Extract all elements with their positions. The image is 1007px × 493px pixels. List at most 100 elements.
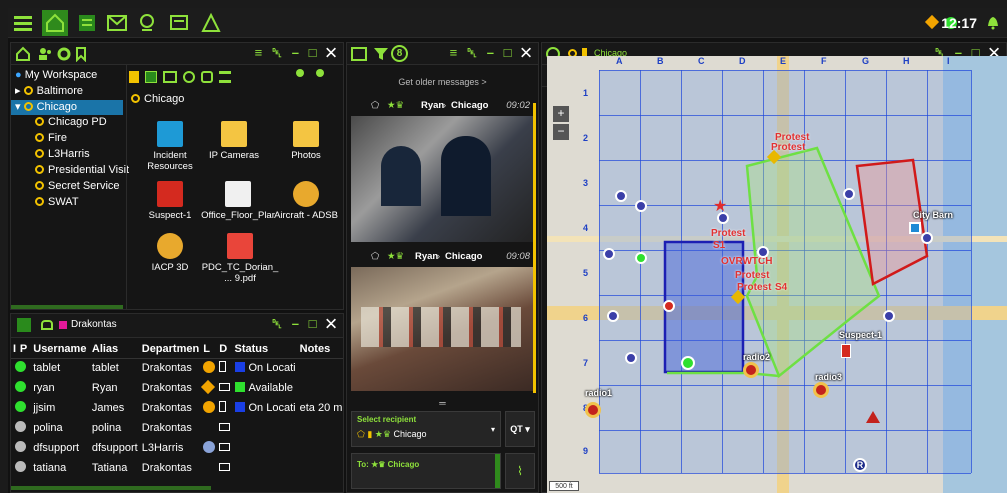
table-row[interactable]: tablet tablet Drakontas On Locati <box>11 358 343 378</box>
attach-button[interactable]: ⌇ <box>505 453 535 489</box>
window-controls[interactable]: ≡ ␡ – □ ✕ <box>255 45 339 61</box>
file-pdc-pdf[interactable]: PDC_TC_Dorian_ ... 9.pdf <box>201 233 279 284</box>
tree-item-l3harris[interactable]: L3Harris <box>35 148 90 163</box>
city-barn-label[interactable]: City Barn <box>913 210 953 220</box>
new-file-icon[interactable] <box>129 71 139 83</box>
column-header[interactable]: Departmen <box>137 340 200 359</box>
column-header[interactable]: Status <box>230 340 296 359</box>
file-ip-cameras[interactable]: IP Cameras <box>195 121 273 161</box>
vehicle-pin-icon[interactable] <box>625 352 637 364</box>
vehicle-pin-icon[interactable] <box>615 190 627 202</box>
vehicle-pin-icon[interactable] <box>883 310 895 322</box>
tree-item-secret-service[interactable]: Secret Service <box>35 180 120 195</box>
column-header[interactable]: Username <box>29 340 88 359</box>
radio-label[interactable]: radio2 <box>743 352 770 362</box>
unit-marker-icon[interactable] <box>681 356 695 370</box>
location-icon[interactable] <box>201 379 216 394</box>
map-icon[interactable] <box>183 71 195 83</box>
file-office-floor-plan[interactable]: Office_Floor_Plar <box>199 181 277 221</box>
location-icon[interactable] <box>203 440 216 453</box>
menu-icon[interactable] <box>12 12 34 34</box>
table-row[interactable]: polina polina Drakontas <box>11 418 343 438</box>
file-aircraft-adsb[interactable]: Aircraft - ADSB <box>267 181 343 221</box>
message-photo[interactable] <box>351 116 534 242</box>
message-scrollbar[interactable] <box>533 103 536 393</box>
tree-item-presidential-visit[interactable]: Presidential Visit <box>35 164 129 179</box>
protest-label[interactable]: Protest <box>711 228 745 239</box>
tree-item-swat[interactable]: SWAT <box>35 196 79 211</box>
tree-item-fire[interactable]: Fire <box>35 132 67 147</box>
mail-icon[interactable] <box>106 12 128 34</box>
settings-icon[interactable] <box>57 46 71 62</box>
folder-icon[interactable] <box>163 71 177 83</box>
upload-icon[interactable] <box>145 71 157 83</box>
compose-field[interactable]: To: ★♛ Chicago <box>351 453 501 489</box>
add-user-icon[interactable] <box>313 69 327 83</box>
get-older-messages-link[interactable]: Get older messages > <box>347 77 538 87</box>
file-suspect-1[interactable]: Suspect-1 <box>131 181 209 221</box>
message-photo[interactable] <box>351 267 534 391</box>
column-header[interactable]: L <box>199 340 216 359</box>
filter-icon[interactable] <box>373 46 389 62</box>
vehicle-pin-icon[interactable] <box>717 212 729 224</box>
location-icon[interactable] <box>203 360 216 373</box>
qt-button[interactable]: QT ▾ <box>505 411 535 447</box>
suspect-label[interactable]: Suspect-1 <box>839 330 882 340</box>
map-tab-icon[interactable] <box>136 12 158 34</box>
tree-item-chicago[interactable]: ▾ Chicago <box>11 100 123 115</box>
map-canvas[interactable]: A B C D E F G H I 1 2 3 4 5 6 7 8 9 <box>547 56 1007 493</box>
tag-icon[interactable] <box>75 46 87 62</box>
column-header[interactable]: I <box>11 340 20 359</box>
vehicle-pin-icon[interactable] <box>607 310 619 322</box>
vehicle-pin-icon[interactable] <box>603 248 615 260</box>
vehicle-pin-icon[interactable] <box>635 200 647 212</box>
window-controls[interactable]: ≡ ␡ – □ ✕ <box>450 45 534 61</box>
protest-label[interactable]: Protest <box>737 282 771 293</box>
bell-icon[interactable] <box>985 14 1001 30</box>
radio-marker-icon[interactable] <box>585 402 601 418</box>
zoom-in-button[interactable]: + <box>553 106 569 122</box>
tree-item-my-workspace[interactable]: ● My Workspace <box>15 69 97 84</box>
chat-icon[interactable] <box>351 47 367 61</box>
radio-marker-icon[interactable] <box>743 362 759 378</box>
unit-marker-icon[interactable] <box>635 252 647 264</box>
share-users-icon[interactable] <box>293 69 307 83</box>
suspect-file-icon[interactable] <box>841 344 851 358</box>
users-icon[interactable] <box>37 46 53 62</box>
zoom-out-button[interactable]: − <box>553 124 569 140</box>
column-header[interactable]: D <box>215 340 231 359</box>
unit-marker-icon[interactable] <box>663 300 675 312</box>
list-icon[interactable] <box>219 71 231 83</box>
table-row[interactable]: tatiana Tatiana Drakontas <box>11 458 343 478</box>
vehicle-pin-icon[interactable] <box>843 188 855 200</box>
vehicle-pin-icon[interactable] <box>757 246 769 258</box>
column-header[interactable]: P <box>19 340 30 359</box>
file-photos[interactable]: Photos <box>267 121 343 161</box>
screen-icon[interactable] <box>168 12 190 34</box>
vehicle-pin-icon[interactable] <box>921 232 933 244</box>
column-header[interactable]: Alias <box>87 340 138 359</box>
recycle-icon[interactable] <box>201 71 213 83</box>
tree-item-baltimore[interactable]: ▸ Baltimore <box>15 84 83 99</box>
camera-icon[interactable] <box>909 222 921 234</box>
table-row[interactable]: dfsupport dfsupport L3Harris <box>11 438 343 458</box>
chat-icon[interactable] <box>76 12 98 34</box>
file-iacp-3d[interactable]: IACP 3D <box>131 233 209 273</box>
column-header[interactable]: Notes <box>295 340 343 359</box>
protest-label[interactable]: Protest <box>735 270 769 281</box>
resize-handle[interactable]: ═ <box>347 399 538 408</box>
radio-label[interactable]: radio3 <box>815 372 842 382</box>
radio-marker-icon[interactable] <box>813 382 829 398</box>
table-scrollbar[interactable] <box>11 486 211 490</box>
warning-triangle-icon[interactable] <box>865 410 881 424</box>
window-controls[interactable]: ␡ – □ ✕ <box>272 316 339 332</box>
alert-icon[interactable] <box>200 12 222 34</box>
tree-item-chicago-pd[interactable]: Chicago PD <box>35 116 107 131</box>
rally-point-icon[interactable]: R <box>853 458 867 472</box>
location-icon[interactable] <box>203 400 216 413</box>
table-row[interactable]: ryan Ryan Drakontas Available <box>11 378 343 398</box>
radio-label[interactable]: radio1 <box>585 388 612 398</box>
table-row[interactable]: jjsim James Drakontas On Locati eta 20 m… <box>11 398 343 418</box>
tree-scrollbar[interactable] <box>11 305 123 309</box>
recipient-select[interactable]: Select recipient ⬠ ▮ ★♛ Chicago ▾ <box>351 411 501 447</box>
